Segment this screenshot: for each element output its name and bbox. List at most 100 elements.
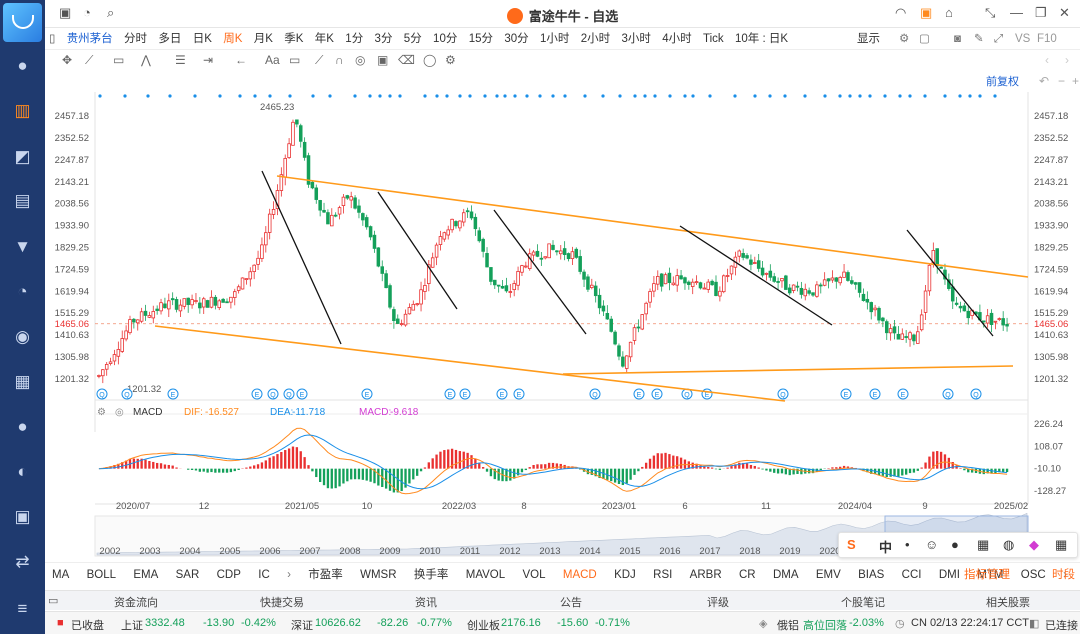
cy-index-name[interactable]: 创业板 <box>467 617 500 633</box>
period-yuek[interactable]: 月K <box>250 28 277 50</box>
rect-tool-icon[interactable]: ▭ <box>113 53 124 67</box>
ind-emv[interactable]: EMV <box>809 563 848 587</box>
ind-rsi[interactable]: RSI <box>646 563 679 587</box>
period-1h[interactable]: 1小时 <box>536 28 573 50</box>
game-icon[interactable]: ▣ <box>10 506 35 528</box>
period-3m[interactable]: 3分 <box>371 28 397 50</box>
ind-boll[interactable]: BOLL <box>80 563 123 587</box>
undo-icon[interactable]: ↶ <box>1039 74 1049 88</box>
arrow-tool-icon[interactable]: ← <box>235 53 247 67</box>
emoji-icon[interactable]: ☺ <box>925 537 938 552</box>
delete-icon[interactable]: ⌫ <box>398 53 415 67</box>
chart-bar-icon[interactable]: ▥ <box>10 100 35 122</box>
drawing-settings-icon[interactable]: ⚙ <box>445 53 456 67</box>
indicator-manage[interactable]: 指标管理 <box>957 563 1017 587</box>
ind-arbr[interactable]: ARBR <box>683 563 729 587</box>
minimize-icon[interactable]: — <box>1010 5 1023 20</box>
ind-kdj[interactable]: KDJ <box>607 563 643 587</box>
clock-icon[interactable]: ◐ <box>10 461 35 483</box>
ind-ic[interactable]: IC <box>251 563 277 587</box>
tab-announcement[interactable]: 公告 <box>560 594 582 610</box>
toggle-icon[interactable]: ◯ <box>423 53 436 67</box>
keyboard-icon[interactable]: ▦ <box>977 537 989 553</box>
move-icon[interactable]: ✥ <box>62 53 72 67</box>
back-icon[interactable]: ‹ <box>1045 53 1049 67</box>
kline-chart[interactable]: 2457.18 2457.18 2352.52 2352.52 2247.87 2247.… <box>45 72 1080 590</box>
period-niank[interactable]: 年K <box>311 28 338 50</box>
app-logo[interactable] <box>3 3 42 42</box>
period-30m[interactable]: 30分 <box>500 28 532 50</box>
stock-name[interactable]: 贵州茅台 <box>63 28 117 50</box>
period-15m[interactable]: 15分 <box>465 28 497 50</box>
expand-icon[interactable]: ⤢ <box>990 28 1007 50</box>
ind-dma[interactable]: DMA <box>766 563 806 587</box>
alert-stock[interactable]: 俄铝 <box>777 617 799 633</box>
minus-icon[interactable]: − <box>1058 74 1065 88</box>
panel-toggle-icon[interactable]: ▭ <box>48 594 58 607</box>
ruler-tool-icon[interactable]: ⟋ <box>315 53 323 68</box>
ind-mavol[interactable]: MAVOL <box>459 563 512 587</box>
period-duori[interactable]: 多日 <box>154 28 185 50</box>
ind-ema[interactable]: EMA <box>126 563 165 587</box>
ind-cr[interactable]: CR <box>732 563 763 587</box>
display-menu[interactable]: 显示 <box>853 28 884 50</box>
ind-ma[interactable]: MA <box>45 563 76 587</box>
period-tick[interactable]: Tick <box>699 28 728 50</box>
line-tool-icon[interactable]: ⟋ <box>85 53 93 68</box>
ind-cci[interactable]: CCI <box>895 563 929 587</box>
mic-icon[interactable]: ● <box>951 537 959 552</box>
headset-icon[interactable]: ◠ <box>895 5 906 21</box>
skin-icon[interactable]: ◆ <box>1029 537 1039 553</box>
eye-icon[interactable]: ◎ <box>355 53 365 67</box>
period-2h[interactable]: 2小时 <box>577 28 614 50</box>
note-tool-icon[interactable]: ▭ <box>289 53 300 67</box>
sidebar-toggle-icon[interactable]: ▯ <box>45 28 59 50</box>
user-icon[interactable]: ● <box>10 55 35 77</box>
sh-index-name[interactable]: 上证 <box>121 617 143 633</box>
zigzag-icon[interactable]: ◉ <box>10 326 35 348</box>
user-switch-icon[interactable]: ◍ <box>1003 537 1014 553</box>
ind-wmsr[interactable]: WMSR <box>353 563 403 587</box>
period-5m[interactable]: 5分 <box>400 28 426 50</box>
tab-capital-flow[interactable]: 资金流向 <box>114 594 158 610</box>
ind-sar[interactable]: SAR <box>169 563 207 587</box>
pen-icon[interactable]: ✎ <box>970 28 988 50</box>
range-tool-icon[interactable]: ⇥ <box>203 53 213 67</box>
ind-turnover[interactable]: 换手率 <box>407 563 456 587</box>
ind-scroll-icon[interactable]: › <box>280 563 298 587</box>
period-fenshi[interactable]: 分时 <box>120 28 151 50</box>
period-1m[interactable]: 1分 <box>341 28 367 50</box>
tab-news[interactable]: 资讯 <box>415 594 437 610</box>
lock-drawing-icon[interactable]: ▣ <box>377 53 388 67</box>
ind-bias[interactable]: BIAS <box>851 563 891 587</box>
collapse-icon[interactable]: ⤡ <box>985 5 995 21</box>
ind-cdp[interactable]: CDP <box>210 563 248 587</box>
tab-related[interactable]: 相关股票 <box>986 594 1030 610</box>
restore-icon[interactable]: ❐ <box>1035 5 1047 21</box>
magnet-icon[interactable]: ∩ <box>335 53 344 67</box>
tab-rating[interactable]: 评级 <box>707 594 729 610</box>
adjust-mode[interactable]: 前复权 <box>986 74 1019 88</box>
pie-icon[interactable]: ◔ <box>10 281 35 303</box>
period-10m[interactable]: 10分 <box>429 28 461 50</box>
sz-index-name[interactable]: 深证 <box>291 617 313 633</box>
period-jik[interactable]: 季K <box>280 28 307 50</box>
close-icon[interactable]: ✕ <box>1059 5 1070 21</box>
ind-pe[interactable]: 市盈率 <box>301 563 350 587</box>
menu-icon[interactable]: ≡ <box>10 598 35 620</box>
camera-icon[interactable]: ◙ <box>950 28 965 50</box>
plus-icon[interactable]: + <box>1072 74 1079 88</box>
settings-icon[interactable]: ⚙ <box>895 28 913 50</box>
ind-macd[interactable]: MACD <box>556 563 604 587</box>
period-zhouk[interactable]: 周K <box>219 28 246 50</box>
input-mode[interactable]: 中 <box>879 537 892 556</box>
f10-button[interactable]: F10 <box>1033 28 1061 50</box>
ind-vol[interactable]: VOL <box>516 563 553 587</box>
tab-quick-trade[interactable]: 快捷交易 <box>260 594 304 610</box>
forward-icon[interactable]: › <box>1065 53 1069 67</box>
period-rik[interactable]: 日K <box>189 28 216 50</box>
session-button[interactable]: 时段 <box>1045 563 1080 587</box>
trend-icon[interactable]: ◩ <box>10 146 35 168</box>
punct-icon[interactable]: • <box>905 537 910 552</box>
lock-icon[interactable]: ▣ <box>920 5 932 21</box>
